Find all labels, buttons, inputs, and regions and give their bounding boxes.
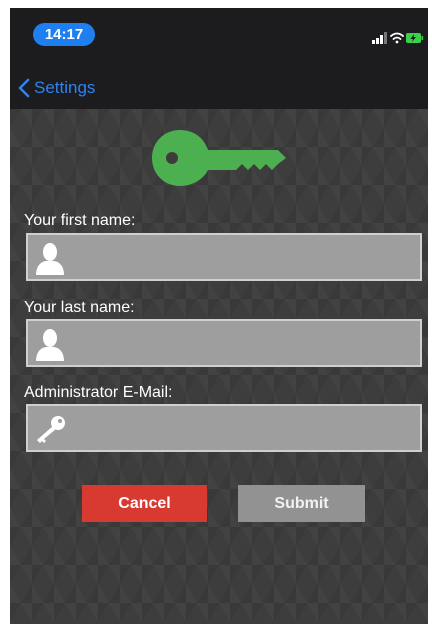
last-name-label: Your last name: bbox=[24, 299, 135, 316]
last-name-input[interactable] bbox=[72, 321, 416, 367]
key-icon bbox=[152, 130, 286, 186]
chevron-left-icon bbox=[18, 78, 30, 98]
status-time: 14:17 bbox=[33, 23, 95, 46]
last-name-field[interactable] bbox=[26, 319, 422, 367]
user-icon bbox=[36, 243, 64, 275]
battery-charging-icon bbox=[406, 33, 424, 43]
submit-button[interactable]: Submit bbox=[238, 485, 365, 522]
first-name-field[interactable] bbox=[26, 233, 422, 281]
email-input[interactable] bbox=[72, 406, 416, 452]
email-field[interactable] bbox=[26, 404, 422, 452]
back-label: Settings bbox=[34, 78, 96, 97]
status-bar: 14:17 bbox=[10, 8, 428, 58]
nav-bar: Settings bbox=[10, 68, 428, 108]
status-icons bbox=[372, 32, 424, 44]
cellular-signal-icon bbox=[372, 32, 387, 44]
user-icon bbox=[36, 329, 64, 361]
cancel-button[interactable]: Cancel bbox=[82, 485, 207, 522]
key-icon bbox=[37, 416, 65, 443]
first-name-input[interactable] bbox=[72, 235, 416, 281]
wifi-icon bbox=[390, 32, 404, 44]
back-button[interactable]: Settings bbox=[18, 74, 95, 102]
email-label: Administrator E-Mail: bbox=[24, 384, 173, 401]
first-name-label: Your first name: bbox=[24, 212, 136, 229]
app-screen: 14:17 Settings Your first name: Your las… bbox=[10, 8, 428, 624]
